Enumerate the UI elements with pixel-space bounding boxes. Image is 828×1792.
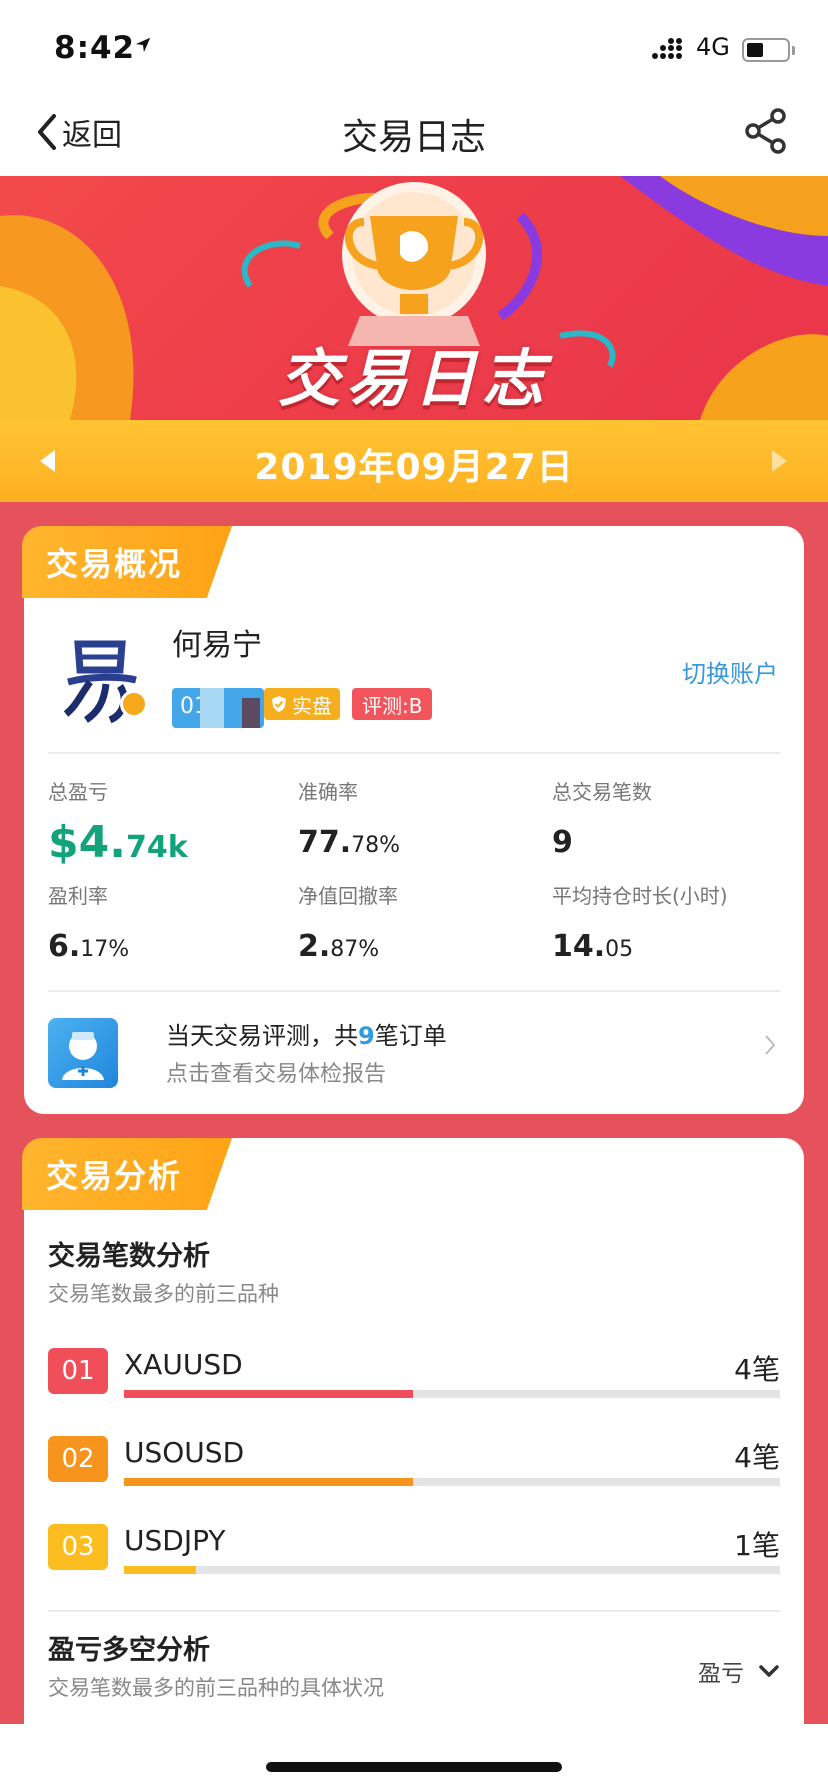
stat-label: 净值回撤率 [298, 884, 398, 908]
share-icon[interactable] [744, 108, 788, 154]
real-account-badge: 实盘 [264, 688, 340, 720]
masked-region [242, 698, 260, 728]
rank-count: 4笔 [734, 1441, 780, 1474]
pl-filter-dropdown[interactable]: 盈亏 [698, 1654, 780, 1688]
chevron-down-icon [759, 1665, 779, 1677]
rank-number: 01 [48, 1348, 108, 1394]
home-indicator[interactable] [266, 1762, 562, 1772]
rank-symbol: USOUSD [124, 1436, 245, 1469]
shield-check-icon [272, 696, 286, 712]
stat-label: 总交易笔数 [552, 780, 652, 804]
rank-bar-track [124, 1390, 780, 1398]
real-account-label: 实盘 [292, 693, 332, 718]
next-date-button[interactable] [772, 450, 787, 472]
stat-value: 6.17% [48, 929, 130, 964]
date-bar: 2019年09月27日 [0, 420, 828, 502]
stat-total-pl: 总盈亏 $4.74k [48, 776, 188, 868]
report-subtitle: 点击查看交易体检报告 [166, 1062, 387, 1087]
rank-bar-track [124, 1566, 780, 1574]
count-analysis-subtitle: 交易笔数最多的前三品种 [48, 1282, 279, 1306]
masked-region [200, 688, 224, 728]
report-title: 当天交易评测，共9笔订单 [166, 1022, 447, 1050]
trade-report-link[interactable]: 当天交易评测，共9笔订单 点击查看交易体检报告 [48, 1010, 780, 1096]
rating-badge: 评测:B [352, 688, 433, 720]
stat-accuracy: 准确率 77.78% [298, 776, 400, 860]
divider [48, 752, 780, 754]
home-area [0, 1724, 828, 1792]
rank-bar-fill [124, 1478, 413, 1486]
overview-tab-label: 交易概况 [22, 526, 233, 598]
status-bar: 8:42 4G [0, 0, 828, 90]
banner-title: 交易日志 [277, 342, 550, 415]
rank-count: 1笔 [734, 1529, 780, 1562]
stat-label: 平均持仓时长(小时) [552, 884, 728, 908]
stat-avg-hold: 平均持仓时长(小时) 14.05 [552, 880, 728, 964]
rank-number: 03 [48, 1524, 108, 1570]
stat-total-trades: 总交易笔数 9 [552, 776, 652, 860]
stat-drawdown: 净值回撤率 2.87% [298, 880, 398, 964]
stat-value: $4.74k [48, 817, 188, 868]
signal-icon [652, 38, 682, 59]
pl-analysis-title: 盈亏多空分析 [48, 1635, 210, 1666]
doctor-icon [48, 1018, 118, 1088]
stat-value: 2.87% [298, 929, 380, 964]
account-id-badge: 01 [172, 688, 264, 728]
analysis-card: 交易分析 交易笔数分析 交易笔数最多的前三品种 01 XAUUSD 4笔 02 … [22, 1138, 804, 1758]
pl-analysis-subtitle: 交易笔数最多的前三品种的具体状况 [48, 1676, 384, 1700]
stat-label: 准确率 [298, 780, 358, 804]
location-arrow-icon [135, 37, 151, 53]
rank-number: 02 [48, 1436, 108, 1482]
stat-label: 总盈亏 [48, 780, 108, 804]
date-label: 2019年09月27日 [254, 447, 574, 488]
switch-account-link[interactable]: 切换账户 [682, 654, 778, 689]
rank-count: 4笔 [734, 1353, 780, 1386]
divider [48, 1610, 780, 1612]
status-time: 8:42 [54, 30, 136, 66]
rank-row[interactable]: 03 USDJPY 1笔 [48, 1524, 780, 1584]
rank-bar-fill [124, 1390, 413, 1398]
network-type: 4G [696, 33, 730, 61]
stat-profit-rate: 盈利率 6.17% [48, 880, 129, 964]
battery-icon [742, 38, 795, 62]
banner: 交易日志 [0, 176, 828, 420]
nav-bar: 返回 交易日志 [0, 90, 828, 176]
divider [48, 990, 780, 992]
pl-dropdown-label: 盈亏 [698, 1661, 744, 1687]
chevron-right-icon [765, 1035, 776, 1055]
rank-row[interactable]: 01 XAUUSD 4笔 [48, 1348, 780, 1408]
page-title: 交易日志 [341, 117, 486, 158]
rank-symbol: USDJPY [124, 1524, 226, 1557]
rank-row[interactable]: 02 USOUSD 4笔 [48, 1436, 780, 1496]
overview-card: 交易概况 何易宁 01 实盘 评测:B 切换账户 总盈亏 $4.74k 准确率 … [22, 526, 804, 1114]
analysis-tab-label: 交易分析 [22, 1138, 233, 1210]
stat-value: 14.05 [552, 929, 634, 964]
count-analysis-title: 交易笔数分析 [48, 1241, 210, 1272]
stat-value: 9 [552, 825, 573, 860]
stat-label: 盈利率 [48, 884, 108, 908]
user-name: 何易宁 [172, 628, 262, 663]
rank-symbol: XAUUSD [124, 1348, 243, 1381]
verified-badge-icon [120, 690, 148, 718]
rank-bar-fill [124, 1566, 197, 1574]
rank-bar-track [124, 1478, 780, 1486]
stat-value: 77.78% [298, 825, 401, 860]
